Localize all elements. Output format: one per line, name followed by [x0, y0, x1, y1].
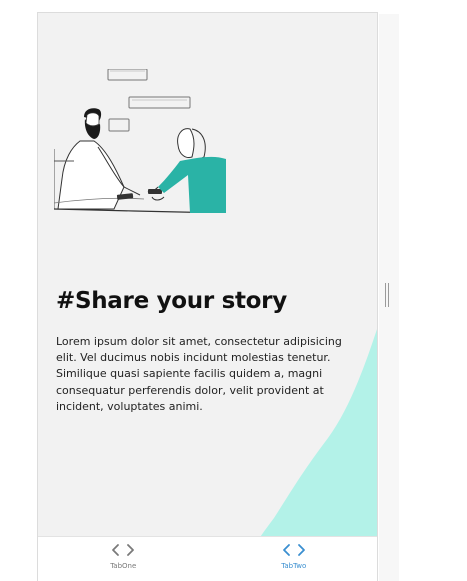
tab-label: TabOne — [110, 562, 137, 570]
resize-grip[interactable] — [384, 283, 390, 307]
people-sharing-phone-illustration — [54, 69, 226, 213]
tab-tabtwo[interactable]: TabTwo — [209, 537, 378, 581]
code-icon — [112, 544, 135, 556]
code-icon — [282, 544, 305, 556]
tab-label: TabTwo — [281, 562, 307, 570]
page-description: Lorem ipsum dolor sit amet, consectetur … — [56, 335, 342, 413]
page-title: #Share your story — [56, 288, 287, 314]
tab-bar: TabOne TabTwo — [38, 536, 378, 581]
app-window: #Share your story Lorem ipsum dolor sit … — [0, 0, 467, 581]
phone-frame: #Share your story Lorem ipsum dolor sit … — [37, 12, 378, 581]
tab-tabone[interactable]: TabOne — [38, 537, 209, 581]
